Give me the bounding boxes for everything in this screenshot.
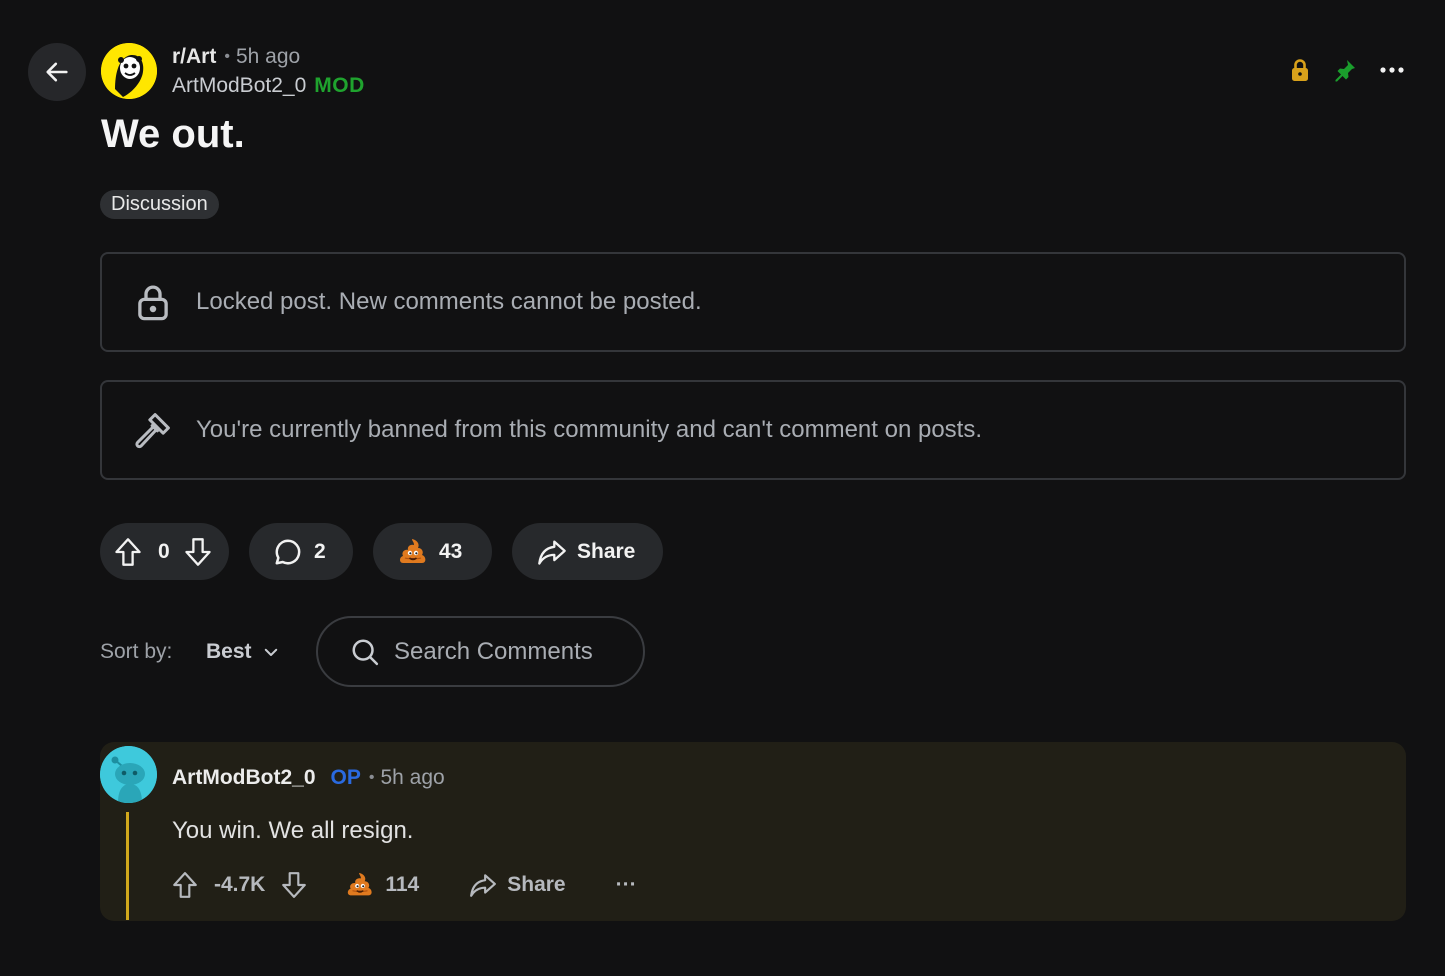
header-actions	[1267, 58, 1405, 82]
comment-score: -4.7K	[214, 873, 266, 896]
comment-downvote-icon[interactable]	[281, 871, 307, 899]
vote-count: 0	[158, 539, 170, 563]
post-title: We out.	[101, 112, 245, 156]
subreddit-name[interactable]: r/Art	[172, 45, 216, 69]
post-author[interactable]: ArtModBot2_0	[172, 74, 306, 98]
comment-share-button[interactable]: Share	[469, 872, 566, 898]
sort-value: Best	[206, 640, 252, 663]
locked-notice: Locked post. New comments cannot be post…	[100, 252, 1406, 352]
pin-icon	[1333, 58, 1357, 82]
comment-count: 2	[314, 539, 326, 563]
subreddit-logo-icon	[101, 43, 157, 99]
banned-notice-text: You're currently banned from this commun…	[196, 416, 982, 443]
comment-actions: -4.7K 114 Share ···	[172, 868, 637, 902]
poop-award-icon	[348, 872, 372, 896]
downvote-icon[interactable]	[184, 537, 212, 567]
lock-outline-icon	[138, 285, 168, 321]
post-author-line: ArtModBot2_0 MOD	[172, 74, 365, 98]
share-icon	[470, 874, 497, 897]
award-button[interactable]: 43	[373, 523, 492, 580]
vote-control: 0	[100, 523, 229, 580]
award-count: 43	[439, 539, 463, 563]
post-flair[interactable]: Discussion	[100, 190, 219, 219]
comments-button[interactable]: 2	[249, 523, 353, 580]
more-options-icon[interactable]	[1379, 58, 1405, 82]
comment-more-button[interactable]: ···	[616, 873, 637, 897]
comment-author[interactable]: ArtModBot2_0	[172, 766, 316, 790]
arrow-left-icon	[46, 62, 68, 82]
search-comments-input[interactable]	[394, 637, 634, 666]
ban-hammer-icon	[135, 413, 170, 449]
search-icon	[352, 639, 379, 665]
upvote-icon[interactable]	[114, 537, 142, 567]
sort-label: Sort by:	[100, 640, 173, 663]
comment-time: 5h ago	[380, 766, 445, 789]
meta-separator: •	[224, 48, 230, 65]
op-badge: OP	[330, 766, 361, 789]
search-comments-box	[316, 616, 645, 687]
comment-meta-separator: •	[368, 769, 375, 786]
comment-meta: ArtModBot2_0 OP • 5h ago	[172, 766, 445, 790]
comment-share-label: Share	[507, 873, 566, 896]
subreddit-avatar[interactable]	[101, 43, 157, 99]
share-label: Share	[577, 539, 636, 563]
comment-body: You win. We all resign.	[172, 817, 414, 844]
comment-award-button[interactable]: 114	[345, 870, 419, 900]
share-button[interactable]: Share	[512, 523, 663, 580]
comment-award-count: 114	[385, 873, 420, 896]
back-button[interactable]	[28, 43, 86, 101]
snoo-avatar-icon	[100, 746, 157, 803]
comment-avatar[interactable]	[100, 746, 157, 803]
locked-notice-text: Locked post. New comments cannot be post…	[196, 288, 702, 315]
post-time: 5h ago	[235, 45, 301, 68]
chevron-down-icon	[264, 648, 277, 656]
sort-dropdown[interactable]: Best	[206, 640, 280, 664]
thread-line[interactable]	[126, 812, 129, 920]
share-icon	[538, 539, 566, 565]
comment-upvote-icon[interactable]	[172, 871, 198, 899]
mod-badge: MOD	[314, 74, 365, 97]
poop-award-icon	[400, 538, 426, 563]
post-meta: r/Art • 5h ago	[172, 45, 300, 69]
comment-icon	[275, 539, 301, 564]
banned-notice: You're currently banned from this commun…	[100, 380, 1406, 480]
lock-icon	[1289, 58, 1311, 82]
